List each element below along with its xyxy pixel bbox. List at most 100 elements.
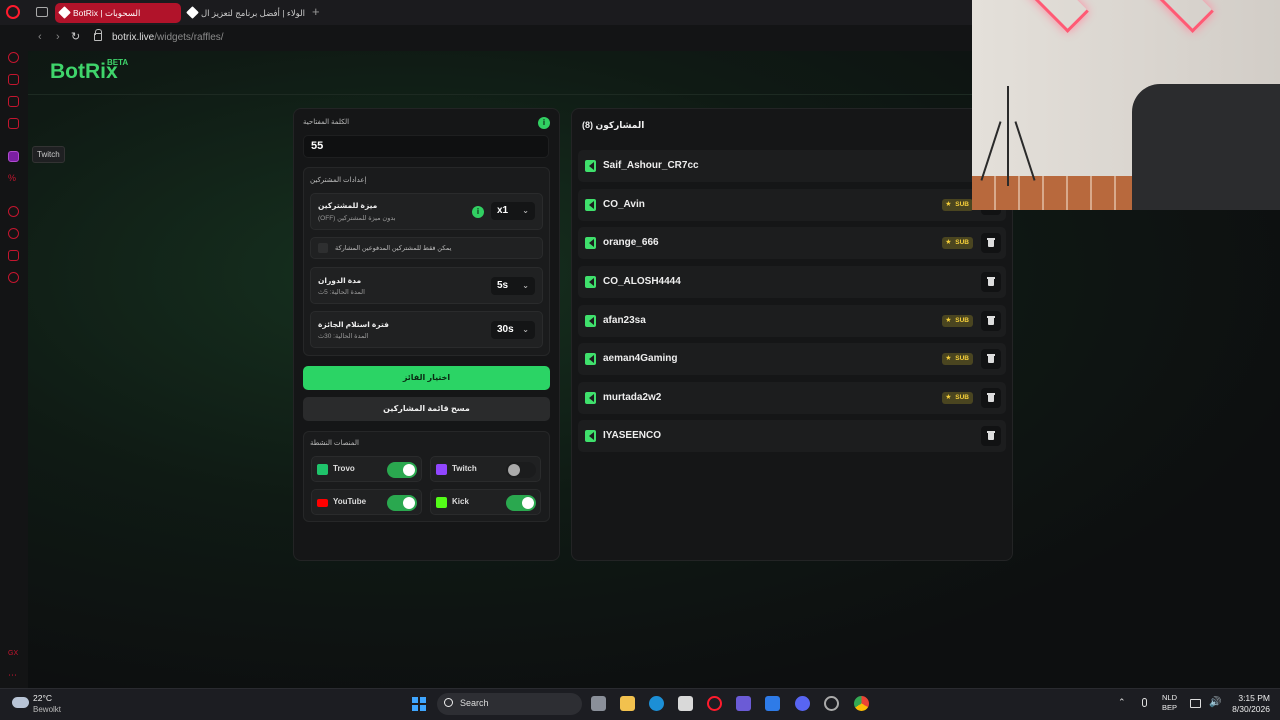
settings-gear-icon[interactable] xyxy=(8,272,19,283)
participant-row: CO_ALOSH4444 xyxy=(578,266,1006,298)
messenger-icon[interactable] xyxy=(8,118,19,129)
opera-gx-icon[interactable] xyxy=(707,696,722,711)
reload-icon[interactable]: ↻ xyxy=(71,30,80,43)
keyword-label: الكلمة المفتاحية xyxy=(303,119,350,126)
network-icon[interactable] xyxy=(1190,699,1201,708)
sub-badge: SUB xyxy=(942,315,973,327)
gx-icon[interactable]: GX xyxy=(8,650,19,661)
sub-badge: SUB xyxy=(942,392,973,404)
language-indicator[interactable]: NLD BEP xyxy=(1162,693,1177,713)
spin-duration-value: 5s xyxy=(497,280,509,291)
vscode-icon[interactable] xyxy=(736,696,751,711)
cloud-icon[interactable] xyxy=(12,697,29,708)
player-icon[interactable] xyxy=(8,206,19,217)
youtube-icon xyxy=(317,499,328,507)
weather-desc[interactable]: Bewolkt xyxy=(33,705,61,714)
claim-period-desc: المدة الحالية: 30ث xyxy=(318,333,369,340)
platform-name: YouTube xyxy=(333,497,367,506)
tab-botrix-raffles[interactable]: BotRix | السحوبات xyxy=(55,3,181,23)
kick-icon xyxy=(585,353,596,365)
paid-subs-only-label: يمكن فقط للمشتركين المدفوعين المشاركة xyxy=(335,245,452,252)
taskbar-search[interactable] xyxy=(437,693,582,715)
microphone-icon[interactable] xyxy=(1142,698,1147,707)
trash-icon[interactable] xyxy=(981,349,1001,369)
sidebar-tooltip: Twitch xyxy=(32,146,65,163)
trash-icon[interactable] xyxy=(981,426,1001,446)
discord-icon[interactable] xyxy=(795,696,810,711)
twitch-icon[interactable] xyxy=(8,151,19,162)
participant-name: Saif_Ashour_CR7cc xyxy=(603,160,699,171)
tab-loyalty[interactable]: الولاء | أفضل برنامج لتعزيز ال xyxy=(183,3,307,23)
trash-icon[interactable] xyxy=(981,272,1001,292)
volume-icon[interactable]: 🔊 xyxy=(1209,697,1221,708)
trovo-icon xyxy=(317,464,328,475)
trash-icon[interactable] xyxy=(981,388,1001,408)
url-field[interactable]: botrix.live/widgets/raffles/ xyxy=(112,32,224,43)
pick-winner-button[interactable]: اختيار الفائز xyxy=(303,366,550,390)
chevron-down-icon: ⌄ xyxy=(522,281,529,290)
url-path: /widgets/raffles/ xyxy=(154,32,224,43)
steam-icon[interactable] xyxy=(824,696,839,711)
task-view-icon[interactable] xyxy=(591,696,606,711)
platform-name: Trovo xyxy=(333,464,355,473)
platform-twitch: Twitch xyxy=(430,456,541,482)
more-icon[interactable]: ⋯ xyxy=(8,670,19,681)
chrome-icon[interactable] xyxy=(854,696,869,711)
claim-period-select[interactable]: 30s ⌄ xyxy=(491,321,535,339)
instagram-icon[interactable] xyxy=(8,96,19,107)
tab-list-icon[interactable] xyxy=(36,7,48,17)
toggle-knob xyxy=(522,497,534,509)
twitch-icon xyxy=(436,464,447,475)
kick-toggle[interactable] xyxy=(506,495,536,511)
spin-duration-select[interactable]: 5s ⌄ xyxy=(491,277,535,295)
trovo-toggle[interactable] xyxy=(387,462,417,478)
twitch-toggle[interactable] xyxy=(506,462,536,478)
url-host: botrix.live xyxy=(112,32,155,43)
kick-icon xyxy=(585,392,596,404)
participant-row: orange_666 SUB xyxy=(578,227,1006,259)
participant-name: murtada2w2 xyxy=(603,392,662,403)
trash-icon[interactable] xyxy=(981,233,1001,253)
platform-trovo: Trovo xyxy=(311,456,422,482)
aria-icon[interactable] xyxy=(8,52,19,63)
platform-kick: Kick xyxy=(430,489,541,515)
paid-subs-only-checkbox[interactable] xyxy=(318,243,328,253)
store-icon[interactable] xyxy=(678,696,693,711)
shopping-icon[interactable] xyxy=(8,74,19,85)
clear-participants-button[interactable]: مسح قائمة المشاركين xyxy=(303,397,550,421)
history-icon[interactable] xyxy=(8,228,19,239)
new-tab-plus-icon[interactable]: + xyxy=(312,5,320,19)
file-explorer-icon[interactable] xyxy=(620,696,635,711)
spin-duration-desc: المدة الحالية: 5ث xyxy=(318,289,365,296)
percent-icon[interactable]: % xyxy=(8,173,19,184)
weather-temp[interactable]: 22°C xyxy=(33,693,52,703)
lock-icon xyxy=(94,29,102,41)
windows-taskbar xyxy=(0,688,1280,720)
sub-advantage-select[interactable]: x1 ⌄ xyxy=(491,202,535,220)
back-arrow-icon[interactable]: ‹ xyxy=(38,31,42,43)
clock-time: 3:15 PM xyxy=(1238,693,1270,703)
clock[interactable]: 3:15 PM 8/30/2026 xyxy=(1226,693,1270,715)
info-icon[interactable]: i xyxy=(538,117,550,129)
active-platforms-title: المنصات النشطة xyxy=(310,440,359,447)
participant-name: afan23sa xyxy=(603,315,646,326)
participant-name: CO_Avin xyxy=(603,199,645,210)
youtube-toggle[interactable] xyxy=(387,495,417,511)
info-icon[interactable]: i xyxy=(472,206,484,218)
participant-name: orange_666 xyxy=(603,237,659,248)
chevron-down-icon: ⌄ xyxy=(522,206,529,215)
toggle-knob xyxy=(403,497,415,509)
edge-icon[interactable] xyxy=(649,696,664,711)
clock-date: 8/30/2026 xyxy=(1232,704,1270,714)
search-label: Search xyxy=(460,698,489,708)
app-grid-icon[interactable] xyxy=(765,696,780,711)
trash-icon[interactable] xyxy=(981,311,1001,331)
windows-start-icon[interactable] xyxy=(412,697,426,711)
opera-logo-icon[interactable] xyxy=(6,5,20,19)
pinboard-icon[interactable] xyxy=(8,250,19,261)
chevron-up-icon[interactable]: ⌃ xyxy=(1118,697,1126,708)
chevron-down-icon: ⌄ xyxy=(522,325,529,334)
claim-period-title: فترة استلام الجائزة xyxy=(318,320,389,329)
keyword-input[interactable]: 55 xyxy=(303,135,549,158)
forward-arrow-icon[interactable]: › xyxy=(56,31,60,43)
